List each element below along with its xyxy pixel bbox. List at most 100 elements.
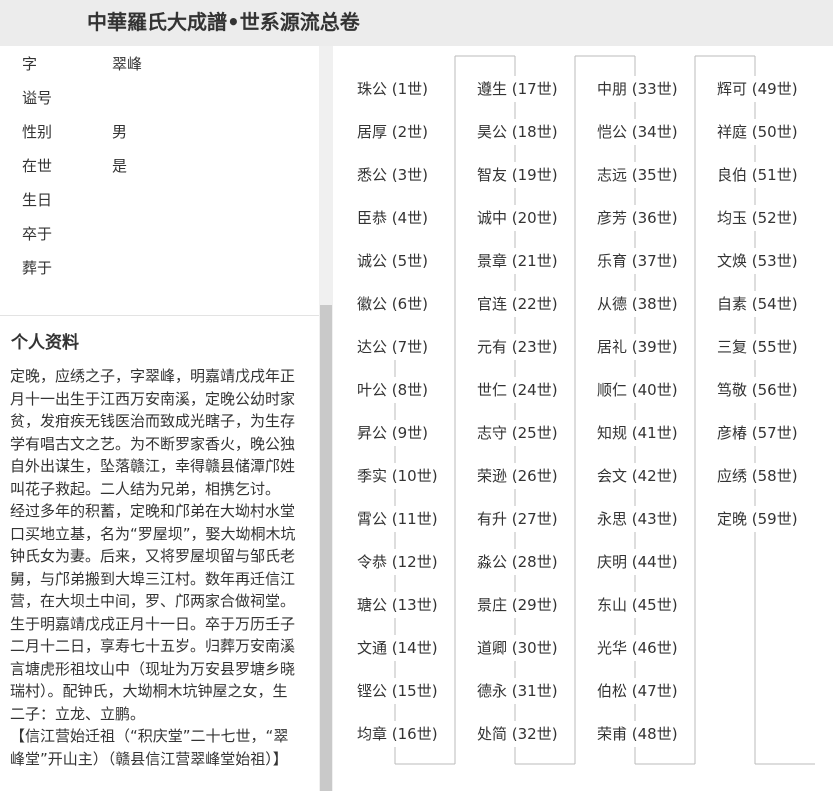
generation-item[interactable]: 永思 (43世) (595, 506, 680, 532)
generation-item[interactable]: 伯松 (47世) (595, 678, 680, 704)
generation-item[interactable]: 笃敬 (56世) (715, 377, 800, 403)
generation-item[interactable]: 荣甫 (48世) (595, 721, 680, 747)
ancestor-name-link[interactable]: 祥庭 (717, 123, 747, 141)
generation-item[interactable]: 东山 (45世) (595, 592, 680, 618)
ancestor-name-link[interactable]: 铿公 (357, 682, 387, 700)
scrollbar-thumb[interactable] (320, 305, 332, 791)
ancestor-name-link[interactable]: 景章 (477, 252, 507, 270)
ancestor-name-link[interactable]: 昊公 (477, 123, 507, 141)
ancestor-name-link[interactable]: 臣恭 (357, 209, 387, 227)
ancestor-name-link[interactable]: 永思 (597, 510, 627, 528)
ancestor-name-link[interactable]: 景庄 (477, 596, 507, 614)
ancestor-name-link[interactable]: 德永 (477, 682, 507, 700)
generation-item[interactable]: 文焕 (53世) (715, 248, 800, 274)
generation-item[interactable]: 居厚 (2世) (355, 119, 431, 145)
generation-item[interactable]: 德永 (31世) (475, 678, 560, 704)
ancestor-name-link[interactable]: 定晚 (717, 510, 747, 528)
generation-item[interactable]: 景庄 (29世) (475, 592, 560, 618)
generation-item[interactable]: 令恭 (12世) (355, 549, 440, 575)
ancestor-name-link[interactable]: 乐育 (597, 252, 627, 270)
ancestor-name-link[interactable]: 伯松 (597, 682, 627, 700)
generation-item[interactable]: 辉可 (49世) (715, 76, 800, 102)
generation-item[interactable]: 季实 (10世) (355, 463, 440, 489)
generation-item[interactable]: 均玉 (52世) (715, 205, 800, 231)
ancestor-name-link[interactable]: 志守 (477, 424, 507, 442)
generation-item[interactable]: 彦椿 (57世) (715, 420, 800, 446)
ancestor-name-link[interactable]: 诚公 (357, 252, 387, 270)
ancestor-name-link[interactable]: 辉可 (717, 80, 747, 98)
ancestor-name-link[interactable]: 有升 (477, 510, 507, 528)
generation-item[interactable]: 悉公 (3世) (355, 162, 431, 188)
ancestor-name-link[interactable]: 顺仁 (597, 381, 627, 399)
ancestor-name-link[interactable]: 居礼 (597, 338, 627, 356)
generation-item[interactable]: 铿公 (15世) (355, 678, 440, 704)
generation-item[interactable]: 恺公 (34世) (595, 119, 680, 145)
ancestor-name-link[interactable]: 志远 (597, 166, 627, 184)
generation-item[interactable]: 自素 (54世) (715, 291, 800, 317)
generation-item[interactable]: 徽公 (6世) (355, 291, 431, 317)
generation-item[interactable]: 志远 (35世) (595, 162, 680, 188)
generation-item[interactable]: 中朋 (33世) (595, 76, 680, 102)
generation-item[interactable]: 诚公 (5世) (355, 248, 431, 274)
generation-item[interactable]: 定晚 (59世) (715, 506, 800, 532)
generation-item[interactable]: 顺仁 (40世) (595, 377, 680, 403)
ancestor-name-link[interactable]: 三复 (717, 338, 747, 356)
ancestor-name-link[interactable]: 诚中 (477, 209, 507, 227)
generation-item[interactable]: 叶公 (8世) (355, 377, 431, 403)
ancestor-name-link[interactable]: 文焕 (717, 252, 747, 270)
ancestor-name-link[interactable]: 令恭 (357, 553, 387, 571)
ancestor-name-link[interactable]: 珠公 (357, 80, 387, 98)
generation-item[interactable]: 志守 (25世) (475, 420, 560, 446)
generation-item[interactable]: 珠公 (1世) (355, 76, 431, 102)
ancestor-name-link[interactable]: 处简 (477, 725, 507, 743)
generation-item[interactable]: 昊公 (18世) (475, 119, 560, 145)
ancestor-name-link[interactable]: 昇公 (357, 424, 387, 442)
ancestor-name-link[interactable]: 彦芳 (597, 209, 627, 227)
ancestor-name-link[interactable]: 知规 (597, 424, 627, 442)
generation-item[interactable]: 世仁 (24世) (475, 377, 560, 403)
ancestor-name-link[interactable]: 从德 (597, 295, 627, 313)
ancestor-name-link[interactable]: 叶公 (357, 381, 387, 399)
generation-item[interactable]: 臣恭 (4世) (355, 205, 431, 231)
generation-item[interactable]: 元有 (23世) (475, 334, 560, 360)
ancestor-name-link[interactable]: 达公 (357, 338, 387, 356)
ancestor-name-link[interactable]: 均玉 (717, 209, 747, 227)
generation-item[interactable]: 瑭公 (13世) (355, 592, 440, 618)
ancestor-name-link[interactable]: 道卿 (477, 639, 507, 657)
ancestor-name-link[interactable]: 淼公 (477, 553, 507, 571)
generation-item[interactable]: 昇公 (9世) (355, 420, 431, 446)
generation-item[interactable]: 乐育 (37世) (595, 248, 680, 274)
generation-item[interactable]: 光华 (46世) (595, 635, 680, 661)
generation-item[interactable]: 祥庭 (50世) (715, 119, 800, 145)
ancestor-name-link[interactable]: 彦椿 (717, 424, 747, 442)
generation-item[interactable]: 霄公 (11世) (355, 506, 440, 532)
ancestor-name-link[interactable]: 霄公 (357, 510, 387, 528)
generation-item[interactable]: 良伯 (51世) (715, 162, 800, 188)
ancestor-name-link[interactable]: 应绣 (717, 467, 747, 485)
ancestor-name-link[interactable]: 庆明 (597, 553, 627, 571)
generation-item[interactable]: 有升 (27世) (475, 506, 560, 532)
ancestor-name-link[interactable]: 均章 (357, 725, 387, 743)
generation-item[interactable]: 居礼 (39世) (595, 334, 680, 360)
generation-item[interactable]: 均章 (16世) (355, 721, 440, 747)
ancestor-name-link[interactable]: 东山 (597, 596, 627, 614)
generation-item[interactable]: 淼公 (28世) (475, 549, 560, 575)
ancestor-name-link[interactable]: 荣甫 (597, 725, 627, 743)
generation-item[interactable]: 道卿 (30世) (475, 635, 560, 661)
generation-item[interactable]: 景章 (21世) (475, 248, 560, 274)
ancestor-name-link[interactable]: 徽公 (357, 295, 387, 313)
generation-item[interactable]: 文通 (14世) (355, 635, 440, 661)
generation-item[interactable]: 知规 (41世) (595, 420, 680, 446)
ancestor-name-link[interactable]: 季实 (357, 467, 387, 485)
ancestor-name-link[interactable]: 文通 (357, 639, 387, 657)
ancestor-name-link[interactable]: 遵生 (477, 80, 507, 98)
ancestor-name-link[interactable]: 良伯 (717, 166, 747, 184)
generation-item[interactable]: 从德 (38世) (595, 291, 680, 317)
generation-item[interactable]: 遵生 (17世) (475, 76, 560, 102)
ancestor-name-link[interactable]: 中朋 (597, 80, 627, 98)
generation-item[interactable]: 诚中 (20世) (475, 205, 560, 231)
generation-item[interactable]: 庆明 (44世) (595, 549, 680, 575)
ancestor-name-link[interactable]: 元有 (477, 338, 507, 356)
ancestor-name-link[interactable]: 官连 (477, 295, 507, 313)
ancestor-name-link[interactable]: 荣逊 (477, 467, 507, 485)
